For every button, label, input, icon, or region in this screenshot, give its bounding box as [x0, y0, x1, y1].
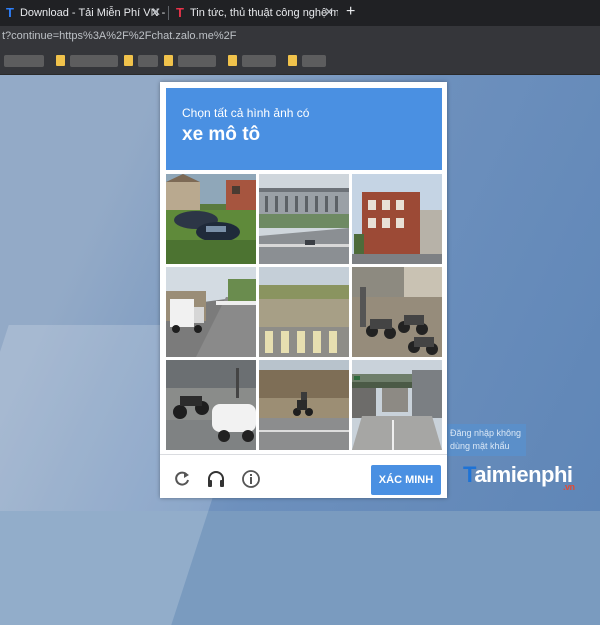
tab-favicon-icon: T	[6, 5, 14, 20]
reload-icon[interactable]	[172, 469, 192, 489]
captcha-footer: XÁC MINH	[160, 454, 447, 499]
address-bar[interactable]: t?continue=https%3A%2F%2Fchat.zalo.me%2F	[0, 26, 600, 48]
verify-button[interactable]: XÁC MINH	[371, 465, 441, 495]
captcha-dialog: Chọn tất cả hình ảnh có xe mô tô XÁC MIN…	[160, 82, 447, 498]
passwordless-login-hint[interactable]: Đăng nhập không dùng mật khẩu	[446, 424, 526, 456]
bookmark-item[interactable]	[242, 55, 276, 67]
headphones-icon[interactable]	[206, 469, 226, 489]
bookmark-item[interactable]	[178, 55, 216, 67]
captcha-tile-8[interactable]	[259, 360, 349, 450]
bookmark-item[interactable]	[138, 55, 158, 67]
captcha-instruction: Chọn tất cả hình ảnh có	[182, 106, 310, 120]
tab-download[interactable]: T Download - Tải Miễn Phí VN - Ph ✕	[0, 2, 165, 24]
tab-bar: T Download - Tải Miễn Phí VN - Ph ✕ T Ti…	[0, 0, 600, 26]
captcha-tile-1[interactable]	[166, 174, 256, 264]
info-icon[interactable]	[241, 469, 261, 489]
bookmark-item[interactable]	[70, 55, 118, 67]
folder-icon[interactable]	[124, 55, 133, 66]
captcha-header: Chọn tất cả hình ảnh có xe mô tô	[166, 88, 442, 170]
folder-icon[interactable]	[228, 55, 237, 66]
tab-label: Download - Tải Miễn Phí VN - Ph	[19, 7, 165, 19]
captcha-tile-3[interactable]	[352, 174, 442, 264]
captcha-tile-4[interactable]	[166, 267, 256, 357]
tab-divider	[168, 6, 169, 20]
captcha-tile-7[interactable]	[166, 360, 256, 450]
folder-icon[interactable]	[288, 55, 297, 66]
folder-icon[interactable]	[56, 55, 65, 66]
brand-logo: Taimienphi .vn	[463, 462, 575, 492]
new-tab-button[interactable]: +	[346, 3, 355, 21]
tab-favicon-icon: T	[176, 5, 184, 20]
tab-label: Tin tức, thủ thuật công nghệ mớ	[189, 7, 338, 19]
bookmarks-bar	[0, 48, 600, 75]
captcha-target: xe mô tô	[182, 124, 261, 145]
tab-close-icon[interactable]: ✕	[151, 5, 161, 19]
bookmark-item[interactable]	[302, 55, 326, 67]
captcha-grid	[166, 174, 442, 450]
captcha-tile-5[interactable]	[259, 267, 349, 357]
captcha-tile-6[interactable]	[352, 267, 442, 357]
captcha-tile-9[interactable]	[352, 360, 442, 450]
tab-news[interactable]: T Tin tức, thủ thuật công nghệ mớ ✕	[170, 2, 338, 24]
bookmark-item[interactable]	[4, 55, 44, 67]
tab-close-icon[interactable]: ✕	[324, 5, 334, 19]
address-text[interactable]: t?continue=https%3A%2F%2Fchat.zalo.me%2F	[2, 30, 237, 42]
folder-icon[interactable]	[164, 55, 173, 66]
captcha-tile-2[interactable]	[259, 174, 349, 264]
